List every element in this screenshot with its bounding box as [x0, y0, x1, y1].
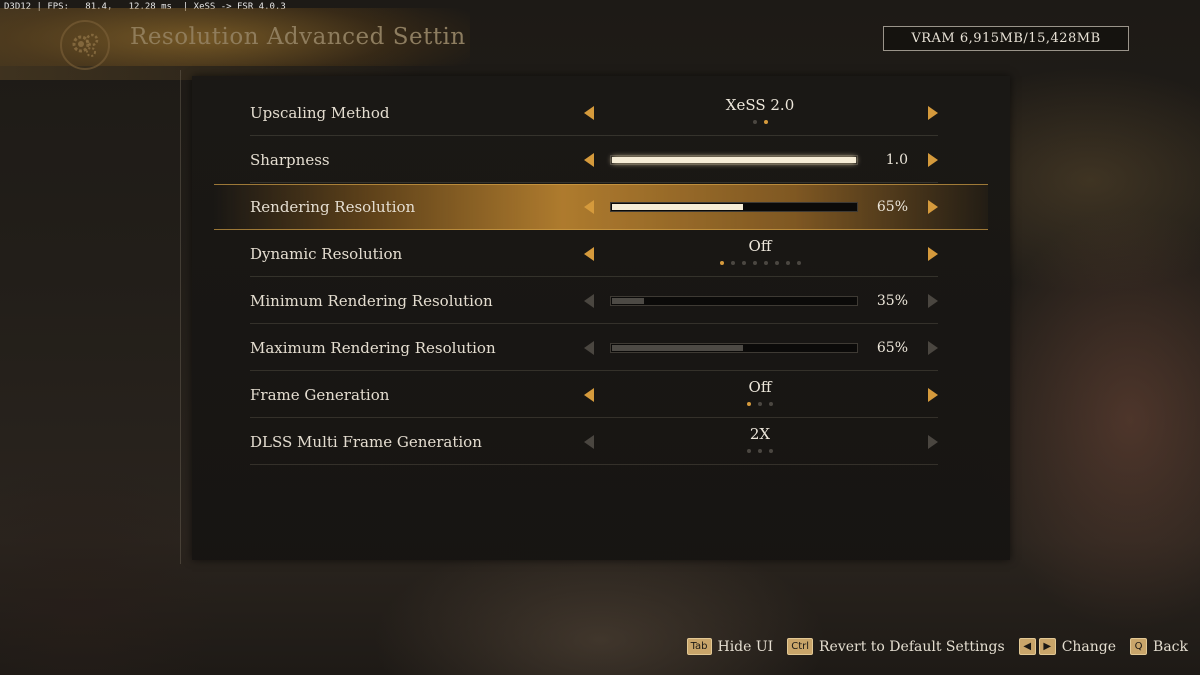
arrow-left-key-icon[interactable]: ◀ — [1018, 638, 1036, 655]
indicator-dot — [763, 261, 768, 265]
indicator-dot — [769, 449, 773, 453]
option-value: Off — [748, 378, 772, 396]
chevron-left-icon — [584, 294, 594, 308]
indicator-dot — [747, 402, 751, 406]
gears-icon — [60, 20, 110, 70]
indicator-dot — [785, 261, 790, 265]
chevron-right-icon[interactable] — [928, 106, 938, 120]
row-divider — [250, 370, 938, 371]
row-divider — [250, 323, 938, 324]
setting-row-rendering-resolution[interactable]: Rendering Resolution 65% — [214, 184, 988, 230]
page-title: Resolution Advanced Settin — [130, 24, 466, 50]
chevron-left-icon — [584, 435, 594, 449]
slider-value: 1.0 — [885, 152, 908, 168]
option-value: 2X — [749, 425, 771, 443]
setting-label: Maximum Rendering Resolution — [250, 339, 496, 357]
slider-value: 65% — [876, 340, 908, 356]
chevron-right-icon[interactable] — [928, 200, 938, 214]
option-value: Off — [748, 237, 772, 255]
indicator-dot — [741, 261, 746, 265]
setting-row-dynamic-resolution[interactable]: Dynamic Resolution Off — [214, 231, 988, 277]
option-value: XeSS 2.0 — [725, 96, 795, 114]
setting-row-maximum-rendering-resolution[interactable]: Maximum Rendering Resolution 65% — [214, 325, 988, 371]
slider-fill — [612, 157, 856, 163]
indicator-dot — [719, 261, 724, 265]
setting-slider — [610, 343, 858, 353]
setting-label: Minimum Rendering Resolution — [250, 292, 493, 310]
chevron-left-icon — [584, 341, 594, 355]
chevron-right-icon[interactable] — [928, 247, 938, 261]
indicator-dot — [758, 449, 762, 453]
setting-row-minimum-rendering-resolution[interactable]: Minimum Rendering Resolution 35% — [214, 278, 988, 324]
setting-row-sharpness[interactable]: Sharpness 1.0 — [214, 137, 988, 183]
chevron-right-icon — [928, 435, 938, 449]
setting-label: Sharpness — [250, 151, 330, 169]
chevron-right-icon[interactable] — [928, 153, 938, 167]
row-divider — [250, 464, 938, 465]
setting-slider[interactable] — [610, 202, 858, 212]
arrow-right-key-icon[interactable]: ▶ — [1038, 638, 1056, 655]
option-page-indicator — [610, 261, 910, 265]
hide-ui-button[interactable]: Hide UI — [718, 639, 774, 655]
indicator-dot — [796, 261, 801, 265]
chevron-left-icon[interactable] — [584, 153, 594, 167]
chevron-right-icon[interactable] — [928, 388, 938, 402]
indicator-dot — [774, 261, 779, 265]
setting-label: Dynamic Resolution — [250, 245, 403, 263]
ctrl-key-icon[interactable]: Ctrl — [787, 638, 814, 655]
back-button[interactable]: Back — [1153, 639, 1188, 655]
indicator-dot — [758, 402, 762, 406]
indicator-dot — [752, 261, 757, 265]
setting-row-dlss-multi-frame-generation[interactable]: DLSS Multi Frame Generation 2X — [214, 419, 988, 465]
indicator-dot — [730, 261, 735, 265]
setting-label: DLSS Multi Frame Generation — [250, 433, 482, 451]
slider-value: 65% — [876, 199, 908, 215]
chevron-right-icon — [928, 294, 938, 308]
option-page-indicator — [610, 402, 910, 406]
row-divider — [250, 276, 938, 277]
slider-fill — [612, 204, 743, 210]
setting-label: Upscaling Method — [250, 104, 390, 122]
revert-defaults-button[interactable]: Revert to Default Settings — [819, 639, 1005, 655]
row-divider — [250, 135, 938, 136]
setting-row-upscaling-method[interactable]: Upscaling Method XeSS 2.0 — [214, 90, 988, 136]
setting-label: Frame Generation — [250, 386, 390, 404]
footer-hints: Tab Hide UI Ctrl Revert to Default Setti… — [686, 638, 1188, 655]
row-divider — [250, 417, 938, 418]
indicator-dot — [747, 449, 751, 453]
setting-row-frame-generation[interactable]: Frame Generation Off — [214, 372, 988, 418]
setting-label: Rendering Resolution — [250, 198, 416, 216]
option-page-indicator — [610, 120, 910, 124]
vram-indicator: VRAM 6,915MB/15,428MB — [883, 26, 1129, 51]
slider-fill — [612, 298, 645, 304]
setting-slider — [610, 296, 858, 306]
option-page-indicator — [610, 449, 910, 453]
q-key-icon[interactable]: Q — [1130, 638, 1148, 655]
chevron-right-icon — [928, 341, 938, 355]
chevron-left-icon[interactable] — [584, 106, 594, 120]
chevron-left-icon[interactable] — [584, 200, 594, 214]
slider-value: 35% — [876, 293, 908, 309]
indicator-dot — [752, 120, 757, 124]
slider-fill — [612, 345, 743, 351]
indicator-dot — [769, 402, 773, 406]
chevron-left-icon[interactable] — [584, 388, 594, 402]
title-banner: Resolution Advanced Settin — [0, 8, 470, 80]
setting-slider[interactable] — [610, 155, 858, 165]
indicator-dot — [763, 120, 768, 124]
chevron-left-icon[interactable] — [584, 247, 594, 261]
change-button[interactable]: Change — [1062, 639, 1116, 655]
tab-key-icon[interactable]: Tab — [686, 638, 712, 655]
row-divider — [250, 182, 938, 183]
